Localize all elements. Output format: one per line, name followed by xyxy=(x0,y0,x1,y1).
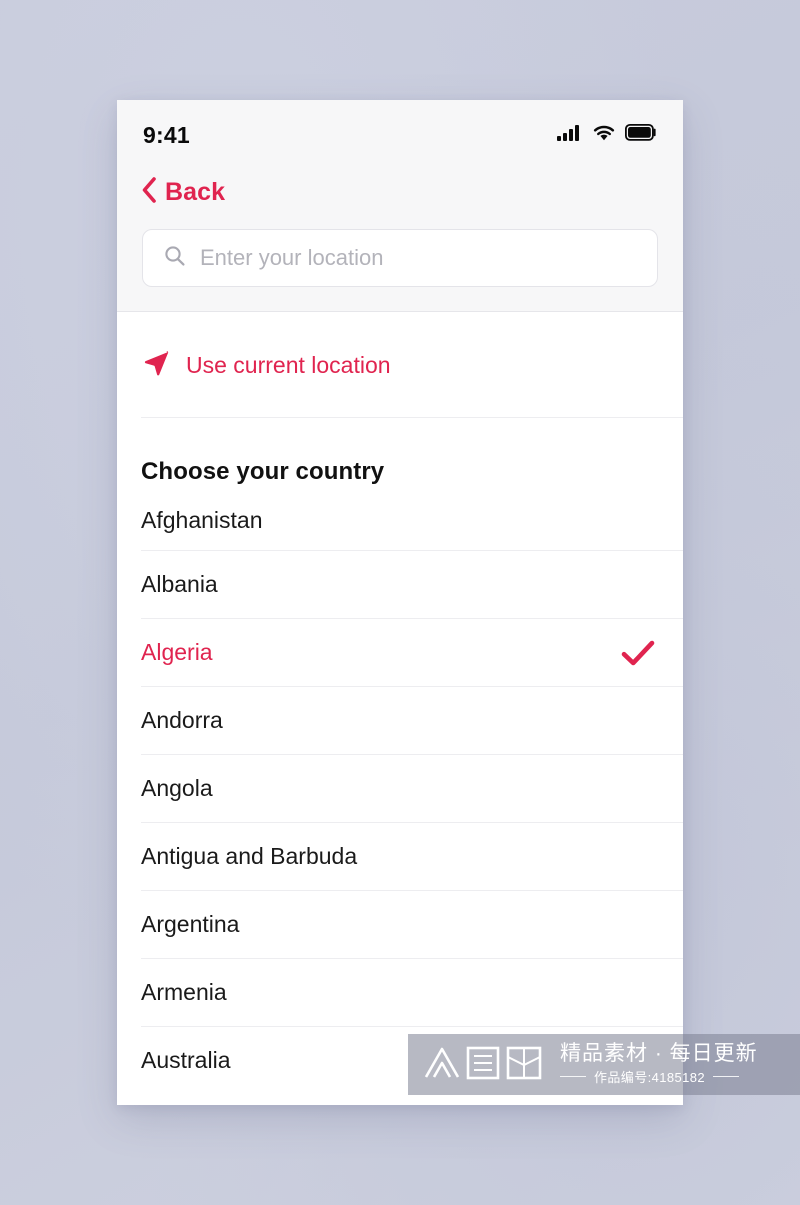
app-header: 9:41 Back Enter your location xyxy=(117,100,683,312)
use-current-location-label: Use current location xyxy=(186,352,391,378)
country-list: Afghanistan Albania Algeria Andorra Angola An… xyxy=(117,486,683,1094)
back-button-label: Back xyxy=(165,178,226,206)
country-row[interactable]: Algeria xyxy=(117,619,683,686)
country-name: Algeria xyxy=(141,639,213,665)
phone-mockup-frame: 9:41 Back Enter your location Use curren… xyxy=(117,100,683,1105)
country-row[interactable]: Argentina xyxy=(117,891,683,958)
zhongtuwang-logo-icon xyxy=(424,1041,548,1088)
search-field[interactable] xyxy=(142,229,658,287)
chevron-left-icon xyxy=(141,176,157,209)
use-current-location-button[interactable]: Use current location xyxy=(117,312,683,417)
country-name: Andorra xyxy=(141,707,223,733)
search-input[interactable] xyxy=(200,245,637,271)
section-title-choose-country: Choose your country xyxy=(141,458,385,485)
search-icon xyxy=(163,244,187,273)
country-row[interactable]: Afghanistan xyxy=(117,486,683,550)
country-row[interactable]: Andorra xyxy=(117,687,683,754)
status-bar-time: 9:41 xyxy=(143,121,190,148)
watermark-sub-line: 作品编号:4185182 xyxy=(560,1067,758,1086)
battery-icon xyxy=(624,123,657,146)
watermark-dash-left xyxy=(560,1076,586,1078)
country-name: Armenia xyxy=(141,979,227,1005)
country-name: Angola xyxy=(141,775,213,801)
watermark-overlay: 精品素材 · 每日更新 作品编号:4185182 xyxy=(408,1034,800,1095)
navigation-arrow-icon xyxy=(141,348,171,383)
search-field-wrapper xyxy=(117,219,683,287)
wifi-icon xyxy=(592,124,616,147)
country-name: Argentina xyxy=(141,911,240,937)
watermark-text: 精品素材 · 每日更新 作品编号:4185182 xyxy=(560,1041,758,1086)
watermark-main-text: 精品素材 · 每日更新 xyxy=(560,1041,758,1065)
status-bar-icons xyxy=(557,116,657,147)
back-button[interactable]: Back xyxy=(117,162,225,219)
country-name: Albania xyxy=(141,571,218,597)
country-row[interactable]: Antigua and Barbuda xyxy=(117,823,683,890)
country-row[interactable]: Armenia xyxy=(117,959,683,1026)
watermark-sub-text: 作品编号:4185182 xyxy=(594,1070,706,1086)
country-row[interactable]: Angola xyxy=(117,755,683,822)
country-row[interactable]: Albania xyxy=(117,551,683,618)
cellular-signal-icon xyxy=(557,124,583,147)
country-name: Australia xyxy=(141,1047,231,1073)
country-name: Afghanistan xyxy=(141,506,263,533)
main-content: Use current location Choose your country… xyxy=(117,312,683,1094)
status-bar: 9:41 xyxy=(117,100,683,162)
country-name: Antigua and Barbuda xyxy=(141,843,358,869)
watermark-dash-right xyxy=(713,1076,740,1078)
checkmark-icon xyxy=(621,639,655,667)
